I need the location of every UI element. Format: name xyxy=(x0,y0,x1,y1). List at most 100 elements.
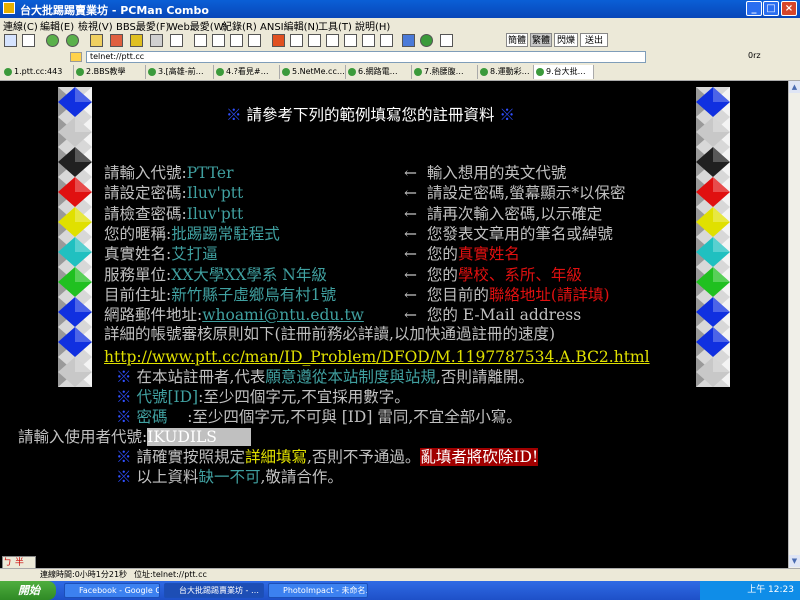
copy-ansi-icon[interactable] xyxy=(248,34,261,47)
example-description: ← 您的 E-Mail address xyxy=(404,306,582,325)
rule-1: ※ 在本站註冊者,代表願意遵從本站制度與站規,否則請離開。 xyxy=(116,368,534,386)
diamond-tile xyxy=(58,87,92,117)
taskbar-item-photoimpact[interactable]: PhotoImpact - 未命名… xyxy=(268,583,368,598)
field-example: Iluv'ptt xyxy=(186,184,244,203)
font-icon[interactable] xyxy=(272,34,285,47)
tab-3[interactable]: 3.[高雄-前… xyxy=(146,65,214,79)
field-example: 批踢踢常駐程式 xyxy=(171,224,280,243)
diamond-tile xyxy=(696,207,730,237)
close-button[interactable]: × xyxy=(781,1,797,16)
address-book-icon[interactable] xyxy=(150,34,163,47)
plurk-icon[interactable] xyxy=(420,34,433,47)
diamond-tile xyxy=(58,117,92,147)
tab-1[interactable]: 1.ptt.cc:443 xyxy=(2,65,74,79)
menu-bbs-favorites[interactable]: BBS最愛(F) xyxy=(116,18,169,33)
tab-8[interactable]: 8.運動彩… xyxy=(478,65,534,79)
diamond-tile xyxy=(696,177,730,207)
address-input[interactable]: telnet://ptt.cc xyxy=(86,51,646,63)
field-example: PTTer xyxy=(186,164,234,182)
diamond-tile xyxy=(696,87,730,117)
terminal-screen[interactable]: ※ 請參考下列的範例填寫您的註冊資料 ※ 詳細的帳號審核原則如下(註冊前務必詳讀… xyxy=(0,81,788,568)
shorturl-label[interactable]: 0rz xyxy=(748,51,761,60)
disconnect-icon[interactable] xyxy=(110,34,123,47)
connection-time: 連線時間:0小時1分21秒 xyxy=(40,570,128,579)
minimize-button[interactable]: _ xyxy=(746,1,762,16)
login-prompt: 請輸入使用者代號:IKUDILS xyxy=(18,427,252,447)
field-label: 目前住址: xyxy=(104,285,172,304)
field-example: 艾打逼 xyxy=(171,245,218,264)
taskbar-item-pcman[interactable]: 台大批踢踢賣業坊 - … xyxy=(164,583,264,598)
copy-icon[interactable] xyxy=(194,34,207,47)
settings-icon[interactable] xyxy=(170,34,183,47)
new-tab-icon[interactable] xyxy=(22,34,35,47)
start-button[interactable]: 開始 xyxy=(0,581,56,600)
forward-icon[interactable] xyxy=(66,34,79,47)
select-all-icon[interactable] xyxy=(230,34,243,47)
taskbar: 開始 Facebook - Google Ch… 台大批踢踢賣業坊 - … Ph… xyxy=(0,581,800,600)
example-description: ← 請設定密碼,螢幕顯示*以保密 xyxy=(404,184,626,203)
heading-row: ※ 請參考下列的範例填寫您的註冊資料 ※ xyxy=(226,106,515,124)
paste-icon[interactable] xyxy=(212,34,225,47)
back-icon[interactable] xyxy=(46,34,59,47)
menu-connect[interactable]: 連線(C) xyxy=(3,18,38,33)
arrow-icon: ← xyxy=(404,265,417,284)
rule-3: ※ 密碼 :至少四個字元,不可與 [ID] 雷同,不宜全部小寫。 xyxy=(116,408,522,426)
ansi-edit-icon[interactable] xyxy=(344,34,357,47)
right-diamond-column xyxy=(696,87,730,387)
heading-text: 請參考下列的範例填寫您的註冊資料 xyxy=(246,106,495,124)
arrow-icon: ← xyxy=(404,285,417,304)
send-dropdown[interactable]: 送出 xyxy=(580,33,608,47)
taskbar-item-chrome[interactable]: Facebook - Google Ch… xyxy=(64,583,160,598)
menu-web-favorites[interactable]: Web最愛(W) xyxy=(168,18,228,33)
example-description: ← 輸入想用的英文代號 xyxy=(404,164,567,182)
example-row: 目前住址:新竹縣子虛鄉烏有村1號 xyxy=(104,285,336,305)
field-label: 請輸入代號: xyxy=(104,164,187,182)
blink-toggle[interactable]: 閃爍 xyxy=(554,33,578,47)
diamond-tile xyxy=(58,207,92,237)
arrow-icon: ← xyxy=(404,224,417,243)
menu-records[interactable]: 紀錄(R) xyxy=(222,18,257,33)
tab-2[interactable]: 2.BBS教學 xyxy=(74,65,146,79)
view-icon[interactable] xyxy=(362,34,375,47)
maximize-button[interactable]: □ xyxy=(763,1,779,16)
lock-icon[interactable] xyxy=(326,34,339,47)
status-address: 位址:telnet://ptt.cc xyxy=(134,570,207,579)
diamond-tile xyxy=(696,117,730,147)
example-row: 請檢查密碼:Iluv'ptt xyxy=(104,204,243,224)
vertical-scrollbar[interactable]: ▲ ▼ xyxy=(788,81,800,568)
user-id-input[interactable]: IKUDILS xyxy=(147,428,217,446)
menu-view[interactable]: 檢視(V) xyxy=(78,18,113,33)
rule-2: ※ 代號[ID]:至少四個字元,不宜採用數字。 xyxy=(116,388,410,406)
scroll-up-icon[interactable]: ▲ xyxy=(789,81,800,93)
quick-connect-icon[interactable] xyxy=(130,34,143,47)
menu-help[interactable]: 說明(H) xyxy=(355,18,390,33)
connect-icon[interactable] xyxy=(4,34,17,47)
fullscreen-icon[interactable] xyxy=(380,34,393,47)
address-icon xyxy=(70,52,82,62)
menu-tools[interactable]: 工具(T) xyxy=(318,18,352,33)
diamond-tile xyxy=(58,237,92,267)
diamond-tile xyxy=(58,297,92,327)
example-description: ← 您發表文章用的筆名或綽號 xyxy=(404,224,613,243)
tab-9-active[interactable]: 9.台大批… xyxy=(534,65,594,79)
left-diamond-column xyxy=(58,87,92,387)
reconnect-icon[interactable] xyxy=(90,34,103,47)
diamond-tile xyxy=(58,357,92,387)
rules-link[interactable]: http://www.ptt.cc/man/ID_Problem/DFOD/M.… xyxy=(104,347,650,367)
wikipedia-icon[interactable] xyxy=(440,34,453,47)
tab-4[interactable]: 4.?看見#… xyxy=(214,65,280,79)
emoticon-icon[interactable] xyxy=(290,34,303,47)
tab-7[interactable]: 7.熱腰腹… xyxy=(412,65,478,79)
arrow-icon: ← xyxy=(404,204,417,223)
traditional-button[interactable]: 繁體 xyxy=(530,33,552,47)
scroll-down-icon[interactable]: ▼ xyxy=(789,555,800,567)
tab-5[interactable]: 5.NetMe.cc… xyxy=(280,65,346,79)
anti-idle-icon[interactable] xyxy=(308,34,321,47)
tab-6[interactable]: 6.網路電… xyxy=(346,65,412,79)
google-search-icon[interactable] xyxy=(402,34,415,47)
diamond-tile xyxy=(58,147,92,177)
menu-ansi-edit[interactable]: ANSI編輯(N) xyxy=(260,18,319,33)
simplified-button[interactable]: 簡體 xyxy=(506,33,528,47)
field-label: 服務單位: xyxy=(104,265,172,284)
menu-edit[interactable]: 編輯(E) xyxy=(40,18,74,33)
